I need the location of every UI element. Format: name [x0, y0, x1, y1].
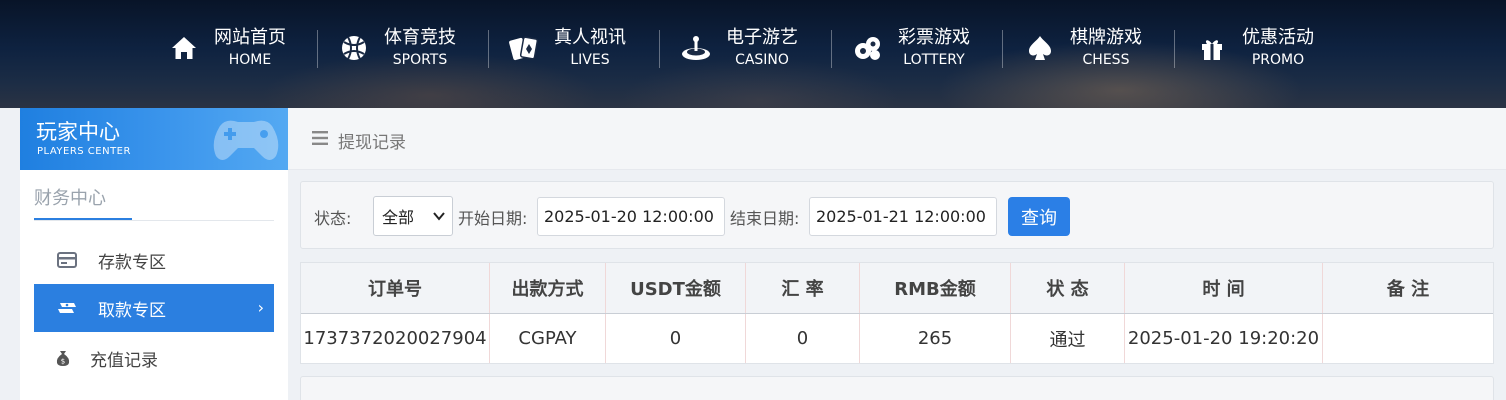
start-date-input[interactable]: 2025-01-20 12:00:00: [537, 197, 725, 236]
rmb-amount-cell: 265: [860, 314, 1011, 363]
start-date-label: 开始日期:: [458, 209, 528, 228]
usdt-amount-cell: 0: [606, 314, 746, 363]
nav-item-promo[interactable]: 优惠活动 PROMO: [1196, 22, 1314, 74]
sidebar: 玩家中心 PLAYERS CENTER 财务中心 存款专区 取款专区 › $ 充…: [20, 108, 288, 400]
nav-label-cn: 电子游艺: [726, 27, 798, 48]
nav-item-lives[interactable]: 真人视讯 LIVES: [508, 22, 626, 74]
status-select-value: 全部: [382, 208, 415, 227]
column-header: 出款方式: [490, 263, 606, 313]
playing-cards-icon: [508, 32, 540, 64]
nav-label-cn: 真人视讯: [554, 27, 626, 48]
nav-item-home[interactable]: 网站首页 HOME: [168, 22, 286, 74]
svg-text:$: $: [61, 358, 65, 366]
exchange-rate-cell: 0: [746, 314, 860, 363]
column-header: RMB金额: [860, 263, 1011, 313]
column-header: 汇 率: [746, 263, 860, 313]
filter-bar: 状态: 全部 开始日期: 2025-01-20 12:00:00 结束日期: 2…: [300, 181, 1494, 249]
nav-label-cn: 优惠活动: [1242, 27, 1314, 48]
status-label: 状态:: [314, 209, 352, 228]
time-cell: 2025-01-20 19:20:20: [1125, 314, 1323, 363]
sidebar-item-label: 充值记录: [90, 350, 158, 371]
column-header: 状 态: [1011, 263, 1125, 313]
page-header: 提现记录: [288, 108, 1506, 170]
table-header-row: 订单号 出款方式 USDT金额 汇 率 RMB金额 状 态 时 间 备 注: [301, 263, 1493, 314]
chevron-down-icon: [433, 212, 445, 221]
remark-cell: [1323, 314, 1493, 363]
nav-divider: [1174, 30, 1175, 68]
list-icon: [312, 131, 328, 145]
end-date-label: 结束日期:: [730, 209, 800, 228]
query-button[interactable]: 查询: [1008, 197, 1070, 236]
nav-label-en: LOTTERY: [903, 52, 965, 68]
basketball-icon: [338, 32, 370, 64]
sidebar-item-withdraw[interactable]: 取款专区 ›: [34, 284, 274, 332]
nav-divider: [831, 30, 832, 68]
status-select[interactable]: 全部: [373, 196, 453, 236]
nav-label-cn: 体育竞技: [384, 27, 456, 48]
end-date-input[interactable]: 2025-01-21 12:00:00: [809, 197, 997, 236]
top-navigation: 网站首页 HOME 体育竞技 SPORTS 真人视讯 LIVES 电子游艺 CA…: [0, 0, 1506, 108]
payout-method-cell: CGPAY: [490, 314, 606, 363]
finance-center-title: 财务中心: [34, 188, 106, 209]
nav-label-en: LIVES: [570, 52, 610, 68]
chevron-right-icon: ›: [257, 298, 264, 317]
status-cell: 通过: [1011, 314, 1125, 363]
sidebar-item-label: 存款专区: [98, 252, 166, 273]
nav-divider: [488, 30, 489, 68]
nav-label-en: CHESS: [1082, 52, 1130, 68]
page-title: 提现记录: [338, 133, 406, 153]
pagination-panel: [300, 376, 1494, 400]
divider: [34, 220, 274, 221]
sidebar-item-deposit[interactable]: 存款专区: [34, 236, 274, 284]
nav-item-lottery[interactable]: 彩票游戏 LOTTERY: [852, 22, 970, 74]
gift-icon: [1196, 32, 1228, 64]
nav-item-sports[interactable]: 体育竞技 SPORTS: [338, 22, 456, 74]
nav-label-en: HOME: [228, 52, 272, 68]
nav-label-en: SPORTS: [392, 52, 448, 68]
nav-item-chess[interactable]: 棋牌游戏 CHESS: [1024, 22, 1142, 74]
nav-divider: [317, 30, 318, 68]
players-center-title: 玩家中心: [36, 120, 120, 144]
spade-icon: [1024, 32, 1056, 64]
players-center-header: 玩家中心 PLAYERS CENTER: [20, 108, 288, 170]
sidebar-item-recharge-records[interactable]: $ 充值记录: [34, 334, 274, 382]
players-center-subtitle: PLAYERS CENTER: [37, 146, 131, 157]
nav-label-en: CASINO: [735, 52, 789, 68]
home-icon: [168, 32, 200, 64]
column-header: 备 注: [1386, 279, 1430, 300]
nav-divider: [659, 30, 660, 68]
table-row: 1737372020027904 CGPAY 0 0 265 通过 2025-0…: [301, 314, 1493, 363]
column-header: 订单号: [301, 263, 490, 313]
nav-label-cn: 棋牌游戏: [1070, 27, 1142, 48]
sidebar-item-label: 取款专区: [98, 300, 166, 321]
nav-item-casino[interactable]: 电子游艺 CASINO: [680, 22, 798, 74]
column-header: USDT金额: [606, 263, 746, 313]
nav-label-en: PROMO: [1251, 52, 1305, 68]
nav-label-cn: 网站首页: [214, 27, 286, 48]
column-header: 时 间: [1125, 263, 1323, 313]
wallet-icon: [56, 249, 78, 271]
roulette-icon: [680, 32, 712, 64]
withdrawal-records-table: 订单号 出款方式 USDT金额 汇 率 RMB金额 状 态 时 间 备 注 17…: [300, 262, 1494, 364]
nav-label-cn: 彩票游戏: [898, 27, 970, 48]
gamepad-icon: [213, 120, 279, 160]
section-underline: [34, 218, 132, 220]
order-number-cell: 1737372020027904: [301, 314, 490, 363]
cash-withdraw-icon: [56, 297, 78, 319]
lottery-balls-icon: [852, 32, 884, 64]
nav-divider: [1002, 30, 1003, 68]
money-bag-icon: $: [52, 347, 74, 369]
